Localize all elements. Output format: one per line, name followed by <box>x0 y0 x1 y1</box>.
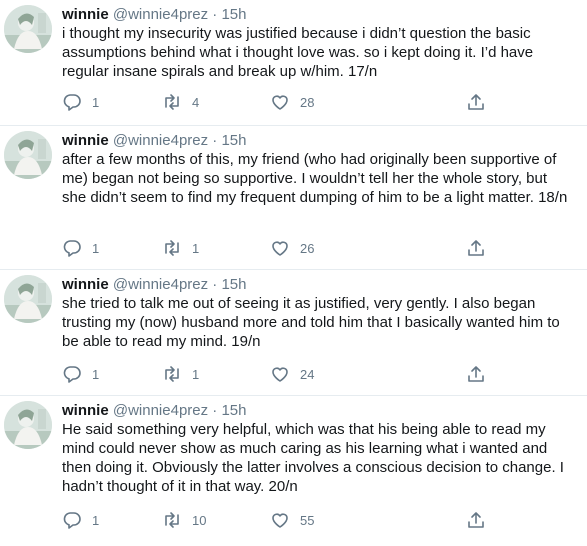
reply-icon <box>63 512 81 529</box>
tweet-header: winnie @winnie4prez · 15h <box>62 6 247 24</box>
separator-dot: · <box>212 402 218 419</box>
avatar[interactable] <box>4 131 52 179</box>
share-button[interactable] <box>466 92 486 112</box>
avatar-photo <box>4 5 52 53</box>
share-icon <box>468 366 484 382</box>
like-button[interactable]: 55 <box>270 510 314 530</box>
heart-icon <box>272 367 288 382</box>
share-button[interactable] <box>466 238 486 258</box>
tweet-text: after a few months of this, my friend (w… <box>62 151 568 206</box>
tweet-thread: winnie @winnie4prez · 15h i thought my i… <box>0 0 587 546</box>
user-handle[interactable]: @winnie4prez <box>113 6 208 23</box>
tweet[interactable]: winnie @winnie4prez · 15h He said someth… <box>0 396 587 546</box>
reply-count: 1 <box>92 240 100 256</box>
retweet-count: 1 <box>192 240 200 256</box>
avatar[interactable] <box>4 275 52 323</box>
like-button[interactable]: 24 <box>270 364 314 384</box>
separator-dot: · <box>212 6 218 23</box>
like-count: 28 <box>300 94 315 110</box>
tweet-actions: 1 1 26 <box>62 238 502 258</box>
like-count: 26 <box>300 240 315 256</box>
retweet-button[interactable]: 1 <box>162 238 199 258</box>
separator-dot: · <box>212 276 218 293</box>
like-count: 24 <box>300 366 315 382</box>
retweet-icon <box>165 366 179 382</box>
display-name[interactable]: winnie <box>62 276 109 293</box>
share-button[interactable] <box>466 364 486 384</box>
heart-icon <box>272 95 288 110</box>
avatar-photo <box>4 275 52 323</box>
tweet-header: winnie @winnie4prez · 15h <box>62 276 247 294</box>
display-name[interactable]: winnie <box>62 6 109 23</box>
retweet-button[interactable]: 10 <box>162 510 206 530</box>
tweet-actions: 1 1 24 <box>62 364 502 384</box>
like-button[interactable]: 26 <box>270 238 314 258</box>
share-icon <box>468 94 484 110</box>
reply-icon <box>63 366 81 383</box>
reply-button[interactable]: 1 <box>62 92 99 112</box>
display-name[interactable]: winnie <box>62 402 109 419</box>
tweet-header: winnie @winnie4prez · 15h <box>62 132 247 150</box>
retweet-icon <box>165 240 179 256</box>
retweet-button[interactable]: 1 <box>162 364 199 384</box>
retweet-count: 1 <box>192 366 200 382</box>
like-count: 55 <box>300 512 315 528</box>
retweet-icon <box>165 512 179 528</box>
retweet-button[interactable]: 4 <box>162 92 199 112</box>
user-handle[interactable]: @winnie4prez <box>113 132 208 149</box>
share-icon <box>468 512 484 528</box>
timestamp[interactable]: 15h <box>221 402 246 419</box>
separator-dot: · <box>212 132 218 149</box>
retweet-count: 4 <box>192 94 200 110</box>
timestamp[interactable]: 15h <box>221 6 246 23</box>
share-button[interactable] <box>466 510 486 530</box>
heart-icon <box>272 241 288 256</box>
retweet-count: 10 <box>192 512 207 528</box>
reply-button[interactable]: 1 <box>62 238 99 258</box>
reply-count: 1 <box>92 94 100 110</box>
reply-count: 1 <box>92 512 100 528</box>
retweet-icon <box>165 94 179 110</box>
display-name[interactable]: winnie <box>62 132 109 149</box>
like-button[interactable]: 28 <box>270 92 314 112</box>
reply-button[interactable]: 1 <box>62 364 99 384</box>
tweet[interactable]: winnie @winnie4prez · 15h i thought my i… <box>0 0 587 126</box>
user-handle[interactable]: @winnie4prez <box>113 402 208 419</box>
tweet-actions: 1 10 55 <box>62 510 502 530</box>
tweet[interactable]: winnie @winnie4prez · 15h she tried to t… <box>0 270 587 396</box>
avatar[interactable] <box>4 401 52 449</box>
timestamp[interactable]: 15h <box>221 132 246 149</box>
reply-icon <box>63 240 81 257</box>
reply-button[interactable]: 1 <box>62 510 99 530</box>
tweet-header: winnie @winnie4prez · 15h <box>62 402 247 420</box>
share-icon <box>468 240 484 256</box>
tweet-text: He said something very helpful, which wa… <box>62 421 564 495</box>
tweet[interactable]: winnie @winnie4prez · 15h after a few mo… <box>0 126 587 270</box>
avatar-photo <box>4 401 52 449</box>
user-handle[interactable]: @winnie4prez <box>113 276 208 293</box>
timestamp[interactable]: 15h <box>221 276 246 293</box>
heart-icon <box>272 513 288 528</box>
avatar[interactable] <box>4 5 52 53</box>
tweet-text: i thought my insecurity was justified be… <box>62 25 534 80</box>
avatar-photo <box>4 131 52 179</box>
tweet-actions: 1 4 28 <box>62 92 502 112</box>
tweet-text: she tried to talk me out of seeing it as… <box>62 295 560 350</box>
reply-icon <box>63 94 81 111</box>
reply-count: 1 <box>92 366 100 382</box>
